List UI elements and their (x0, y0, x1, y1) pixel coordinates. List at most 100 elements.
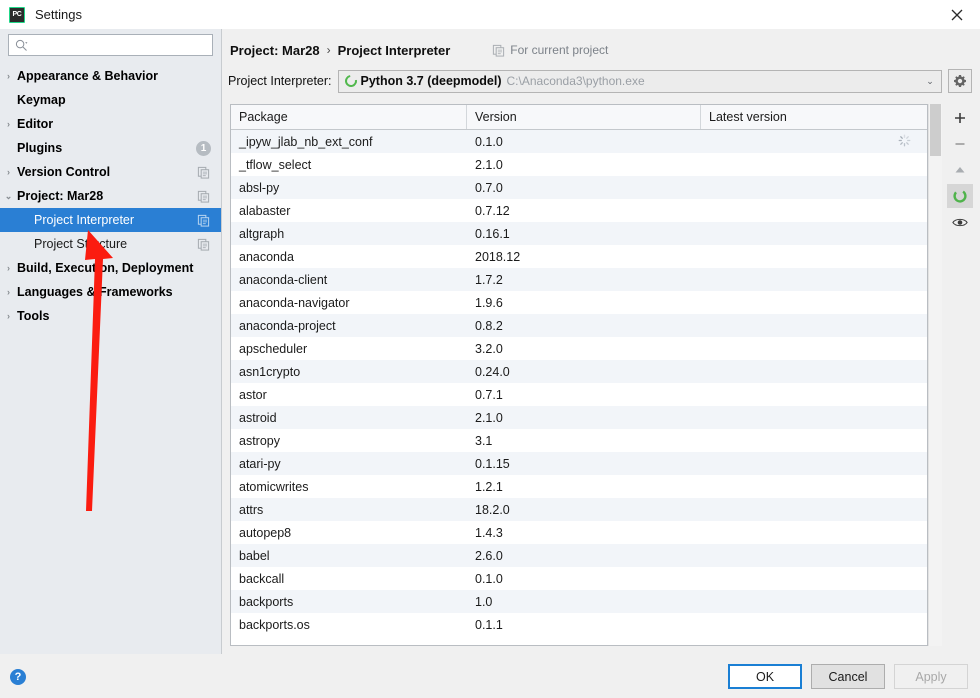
breadcrumb-parent[interactable]: Project: Mar28 (230, 43, 320, 58)
cell-package: backports.os (239, 617, 310, 632)
chevron-right-icon[interactable]: › (0, 167, 17, 177)
show-early-releases-button[interactable] (947, 210, 973, 234)
cell-package: _ipyw_jlab_nb_ext_conf (239, 134, 373, 149)
scrollbar-thumb[interactable] (930, 104, 941, 156)
chevron-down-icon[interactable]: ⌄ (0, 191, 17, 201)
interpreter-path: C:\Anaconda3\python.exe (506, 74, 645, 88)
search-input[interactable] (28, 37, 208, 53)
close-icon[interactable] (934, 0, 980, 29)
add-package-button[interactable] (947, 106, 973, 130)
sidebar-item-project-interpreter[interactable]: Project Interpreter (0, 208, 221, 232)
table-row[interactable]: attrs 18.2.0 (231, 498, 927, 521)
magnifier-glyph (15, 39, 28, 51)
gear-icon (954, 75, 966, 87)
conda-env-icon (953, 189, 967, 203)
apply-button[interactable]: Apply (894, 664, 968, 689)
settings-tree: › Appearance & Behavior Keymap › Editor (0, 61, 221, 654)
settings-sidebar: › Appearance & Behavior Keymap › Editor (0, 29, 222, 654)
table-row[interactable]: atomicwrites 1.2.1 (231, 475, 927, 498)
ok-button[interactable]: OK (728, 664, 802, 689)
table-body: _ipyw_jlab_nb_ext_conf 0.1.0 _tflow_select… (231, 130, 927, 645)
cell-package: _tflow_select (239, 157, 312, 172)
cell-version: 0.8.2 (475, 318, 503, 333)
cancel-button[interactable]: Cancel (811, 664, 885, 689)
sidebar-item-label: Project Interpreter (34, 213, 135, 227)
chevron-right-icon[interactable]: › (0, 263, 17, 273)
table-row[interactable]: absl-py 0.7.0 (231, 176, 927, 199)
table-row[interactable]: asn1crypto 0.24.0 (231, 360, 927, 383)
table-row[interactable]: backports.os 0.1.1 (231, 613, 927, 636)
table-row[interactable]: altgraph 0.16.1 (231, 222, 927, 245)
chevron-right-icon[interactable]: › (0, 119, 17, 129)
table-row[interactable]: autopep8 1.4.3 (231, 521, 927, 544)
sidebar-item-build-execution-deployment[interactable]: › Build, Execution, Deployment (0, 256, 221, 280)
cell-version: 2.1.0 (475, 410, 503, 425)
remove-package-button[interactable] (947, 132, 973, 156)
sidebar-search-row (0, 29, 221, 61)
column-header-package[interactable]: Package (231, 105, 467, 129)
table-row[interactable]: backports 1.0 (231, 590, 927, 613)
chevron-right-icon[interactable]: › (0, 287, 17, 297)
cell-package: autopep8 (239, 525, 292, 540)
sidebar-item-label: Build, Execution, Deployment (17, 261, 194, 275)
column-header-version[interactable]: Version (467, 105, 701, 129)
sidebar-item-label: Plugins (17, 141, 63, 155)
table-row[interactable]: anaconda-client 1.7.2 (231, 268, 927, 291)
table-row[interactable]: babel 2.6.0 (231, 544, 927, 567)
table-row[interactable]: _tflow_select 2.1.0 (231, 153, 927, 176)
sidebar-item-plugins[interactable]: Plugins 1 (0, 136, 221, 160)
cell-version: 0.1.0 (475, 134, 503, 149)
cell-package: attrs (239, 502, 264, 517)
interpreter-settings-button[interactable] (948, 69, 972, 93)
eye-icon (952, 218, 968, 226)
help-icon[interactable]: ? (10, 668, 26, 685)
copy-icon (197, 238, 210, 251)
chevron-down-icon[interactable]: ⌄ (923, 76, 937, 87)
table-row[interactable]: astroid 2.1.0 (231, 406, 927, 429)
sidebar-item-project-structure[interactable]: Project Structure (0, 232, 221, 256)
sidebar-item-version-control[interactable]: › Version Control (0, 160, 221, 184)
table-row[interactable]: _ipyw_jlab_nb_ext_conf 0.1.0 (231, 130, 927, 153)
dialog-footer: ? OK Cancel Apply (0, 654, 980, 698)
settings-content: Project: Mar28 › Project Interpreter For… (222, 29, 980, 654)
cell-version: 0.1.1 (475, 617, 503, 632)
copy-icon (493, 44, 505, 57)
search-box[interactable] (8, 34, 213, 56)
cell-version: 3.1 (475, 433, 493, 448)
copy-icon (197, 190, 210, 203)
sidebar-item-languages-and-frameworks[interactable]: › Languages & Frameworks (0, 280, 221, 304)
table-row[interactable]: anaconda-navigator 1.9.6 (231, 291, 927, 314)
table-row[interactable]: astor 0.7.1 (231, 383, 927, 406)
upgrade-package-button[interactable] (947, 158, 973, 182)
cell-version: 0.7.1 (475, 387, 503, 402)
interpreter-dropdown[interactable]: Python 3.7 (deepmodel) C:\Anaconda3\pyth… (337, 69, 942, 93)
sidebar-item-label: Tools (17, 309, 50, 323)
table-row[interactable]: anaconda-project 0.8.2 (231, 314, 927, 337)
sidebar-item-appearance-and-behavior[interactable]: › Appearance & Behavior (0, 64, 221, 88)
table-row[interactable]: astropy 3.1 (231, 429, 927, 452)
dialog-body: › Appearance & Behavior Keymap › Editor (0, 29, 980, 654)
sidebar-item-label: Keymap (17, 93, 66, 107)
table-row[interactable]: alabaster 0.7.12 (231, 199, 927, 222)
table-row[interactable]: backcall 0.1.0 (231, 567, 927, 590)
sidebar-item-editor[interactable]: › Editor (0, 112, 221, 136)
sidebar-item-label: Project Structure (34, 237, 128, 251)
sidebar-item-project-mar28[interactable]: ⌄ Project: Mar28 (0, 184, 221, 208)
minus-icon (955, 143, 965, 145)
chevron-right-icon[interactable]: › (0, 311, 17, 321)
table-scrollbar[interactable] (928, 104, 942, 646)
table-row[interactable]: anaconda 2018.12 (231, 245, 927, 268)
chevron-right-icon[interactable]: › (0, 71, 17, 81)
sidebar-item-keymap[interactable]: Keymap (0, 88, 221, 112)
copy-icon (197, 166, 210, 179)
cell-package: astroid (239, 410, 277, 425)
conda-env-button[interactable] (947, 184, 973, 208)
cell-version: 2018.12 (475, 249, 521, 264)
table-row[interactable]: apscheduler 3.2.0 (231, 337, 927, 360)
column-header-latest-version[interactable]: Latest version (701, 105, 927, 129)
sidebar-item-tools[interactable]: › Tools (0, 304, 221, 328)
search-icon (13, 39, 28, 52)
table-row[interactable]: atari-py 0.1.15 (231, 452, 927, 475)
cell-package: anaconda (239, 249, 294, 264)
cell-package: anaconda-client (239, 272, 328, 287)
